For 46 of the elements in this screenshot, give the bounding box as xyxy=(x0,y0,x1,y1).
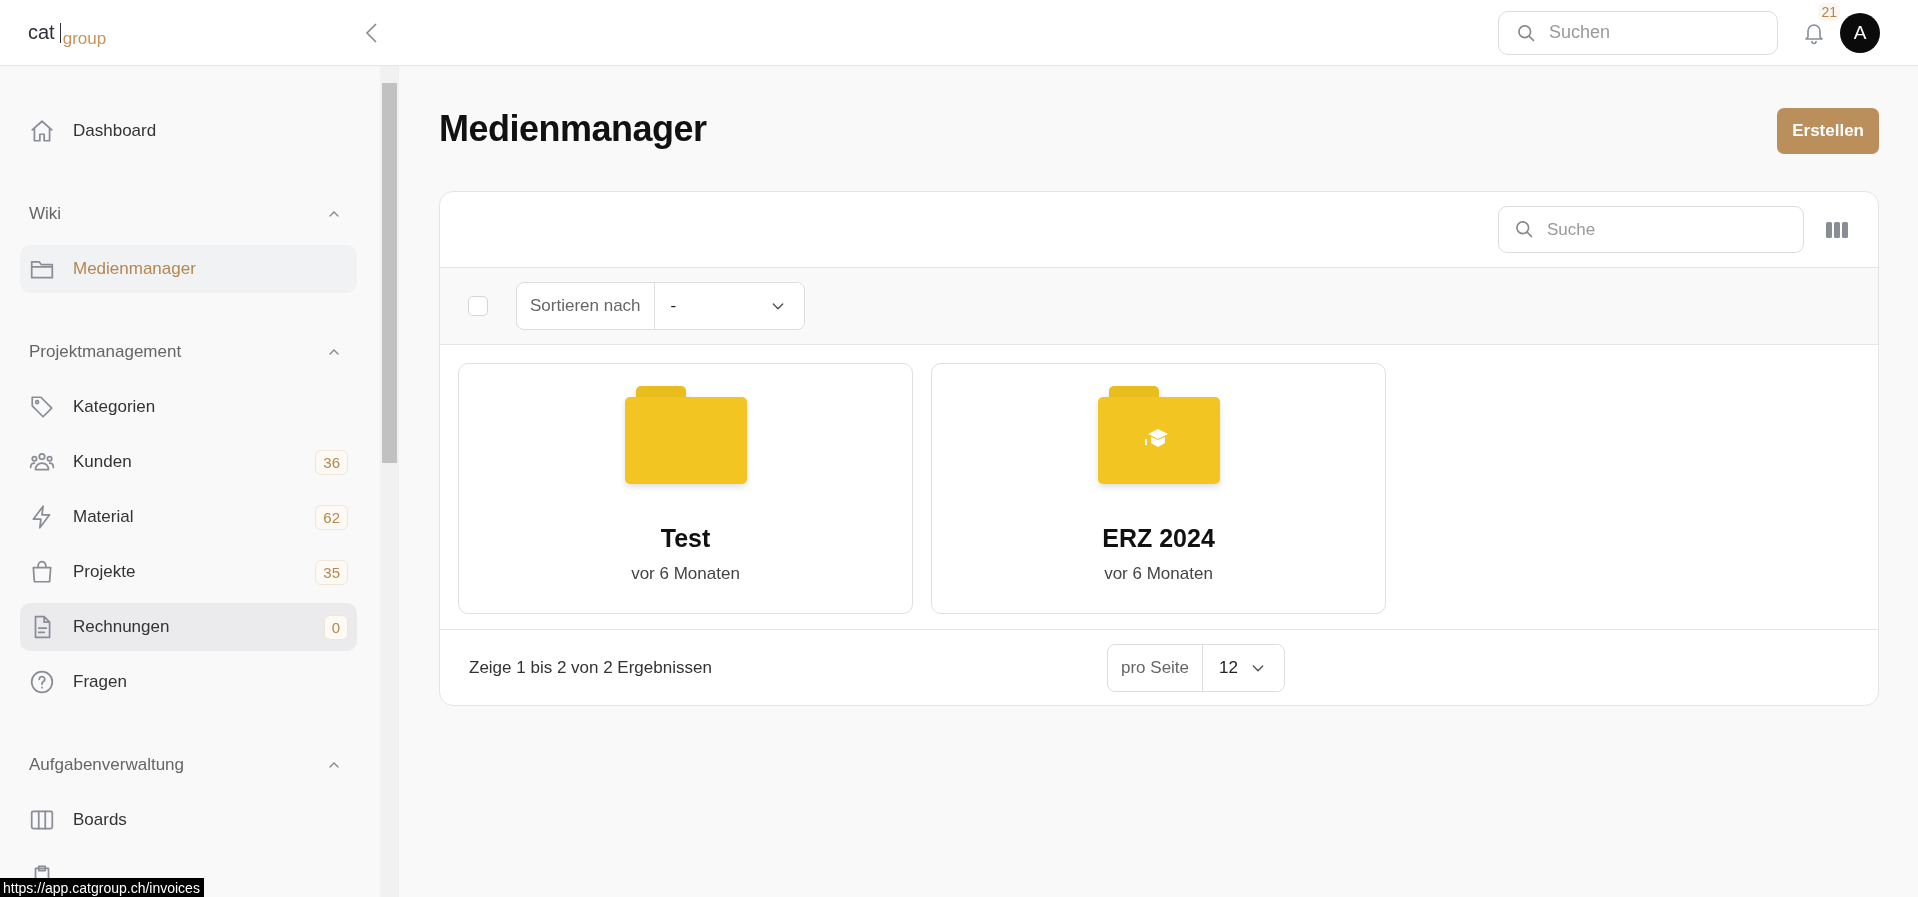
columns-icon[interactable] xyxy=(1826,220,1848,239)
scrollbar[interactable] xyxy=(380,66,398,897)
folder-card[interactable]: ERZ 2024 vor 6 Monaten xyxy=(931,363,1386,614)
search-field[interactable]: Suchen xyxy=(1498,10,1778,55)
logo-text: cat xyxy=(28,21,55,44)
sidebar-item[interactable]: Material 62 xyxy=(20,493,357,541)
sidebar-item[interactable]: Fragen xyxy=(20,658,357,706)
results-summary: Zeige 1 bis 2 von 2 Ergebnissen xyxy=(469,657,713,678)
search-field[interactable]: Suche xyxy=(1498,206,1804,253)
logo-text: group xyxy=(62,29,107,49)
question-icon xyxy=(29,669,55,695)
sidebar-item[interactable]: Dashboard xyxy=(20,107,357,155)
section-header[interactable]: Projektmanagement xyxy=(20,328,357,376)
count-badge: 36 xyxy=(315,449,348,475)
tag-icon xyxy=(29,394,55,420)
columns-icon xyxy=(29,807,55,833)
search-icon xyxy=(1516,22,1536,43)
sidebar-item[interactable]: Projekte 35 xyxy=(20,548,357,596)
count-badge: 35 xyxy=(315,559,348,585)
count-badge: 62 xyxy=(315,504,348,530)
select-all-checkbox[interactable] xyxy=(468,296,488,316)
folder-name: Test xyxy=(660,524,711,553)
page-title: Medienmanager xyxy=(439,107,707,150)
search-icon xyxy=(1514,219,1534,239)
section-title: Wiki xyxy=(29,204,62,224)
section-title: Aufgabenverwaltung xyxy=(29,755,184,775)
folder-icon xyxy=(1095,386,1222,486)
folder-date: vor 6 Monaten xyxy=(631,564,740,584)
folder-card[interactable]: Test vor 6 Monaten xyxy=(458,363,913,614)
section-header[interactable]: Aufgabenverwaltung xyxy=(20,741,357,789)
folder-name: ERZ 2024 xyxy=(1102,524,1215,553)
sidebar-item[interactable]: Kunden 36 xyxy=(20,438,357,486)
sidebar-item[interactable]: Kategorien xyxy=(20,383,357,431)
count-badge: 0 xyxy=(323,614,348,640)
section-header[interactable]: Wiki xyxy=(20,190,357,238)
home-icon xyxy=(29,118,55,144)
sort-select[interactable]: Sortieren nach - xyxy=(516,282,805,330)
link-tooltip: https://app.catgroup.ch/invoices xyxy=(0,878,204,897)
per-page-select[interactable]: pro Seite 12 xyxy=(1107,643,1285,692)
sidebar-item[interactable]: Rechnungen 0 xyxy=(20,603,357,651)
user-avatar[interactable]: A xyxy=(1840,12,1880,53)
section-title: Projektmanagement xyxy=(29,342,182,362)
notification-badge: 21 xyxy=(1818,2,1840,21)
sidebar-item[interactable]: Boards xyxy=(20,796,357,844)
folder-date: vor 6 Monaten xyxy=(1104,564,1213,584)
folder-icon xyxy=(622,386,749,486)
